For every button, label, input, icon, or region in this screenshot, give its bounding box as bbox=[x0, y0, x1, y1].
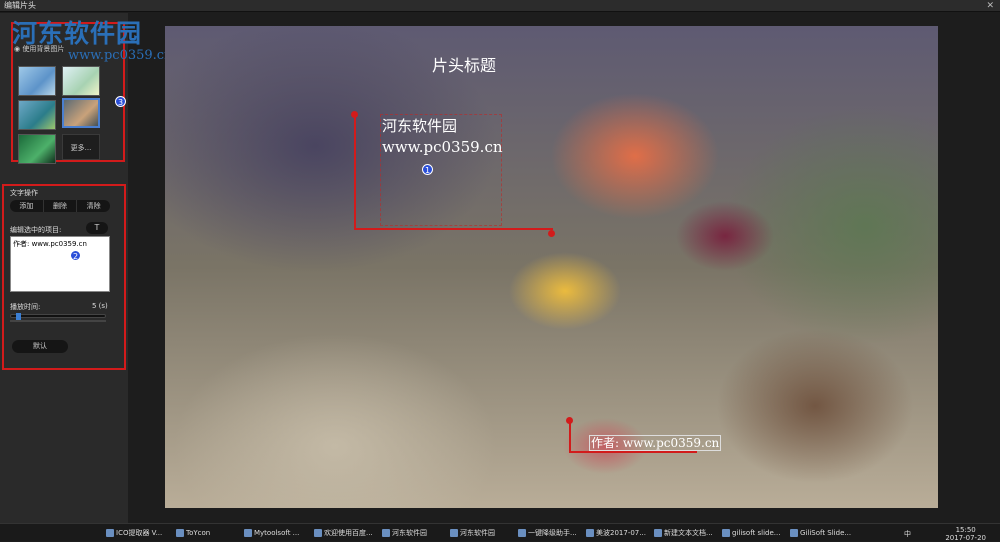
taskbar-item[interactable]: gilisoft slide... bbox=[722, 526, 780, 540]
annotation-line bbox=[569, 420, 571, 452]
text-section-label: 文字操作 bbox=[10, 189, 38, 197]
text-button-group: 添加 删除 清除 bbox=[10, 200, 110, 212]
thumbnail-3[interactable] bbox=[18, 100, 56, 130]
delete-text-button[interactable]: 删除 bbox=[44, 200, 78, 212]
window-title: 编辑片头 bbox=[4, 1, 36, 10]
thumbnail-4-selected[interactable] bbox=[62, 98, 100, 128]
badge-1: 1 bbox=[422, 164, 433, 175]
taskbar-item[interactable]: ToYcon bbox=[176, 526, 210, 540]
text-edit-area[interactable]: 作者: www.pc0359.cn bbox=[10, 236, 110, 292]
taskbar-item[interactable]: 一键降级助手... bbox=[518, 526, 577, 540]
taskbar-item[interactable]: 欢迎使用百度... bbox=[314, 526, 373, 540]
watermark-logo: 河东软件园 bbox=[12, 19, 143, 48]
duration-label: 播放时间: bbox=[10, 303, 41, 311]
text-style-button[interactable]: T bbox=[86, 222, 108, 234]
preview-text-line2: www.pc0359.cn bbox=[382, 138, 503, 156]
thumbnail-5[interactable] bbox=[18, 134, 56, 164]
more-button[interactable]: 更多... bbox=[62, 134, 100, 160]
annotation-line bbox=[354, 228, 553, 230]
preview-text-block[interactable]: 河东软件园 www.pc0359.cn bbox=[382, 116, 503, 158]
preview-title[interactable]: 片头标题 bbox=[432, 52, 496, 76]
preview-text-line1: 河东软件园 bbox=[382, 117, 458, 135]
taskbar-item[interactable]: 美波2017-07... bbox=[586, 526, 646, 540]
clock-time: 15:50 bbox=[955, 526, 976, 534]
taskbar-item[interactable]: Mytoolsoft ... bbox=[244, 526, 299, 540]
close-icon[interactable]: ✕ bbox=[986, 0, 994, 12]
annotation-line bbox=[354, 114, 356, 230]
duration-value: 5 (s) bbox=[92, 302, 108, 310]
badge-3: 3 bbox=[115, 96, 126, 107]
taskbar: ICO提取器 V... ToYcon Mytoolsoft ... 欢迎使用百度… bbox=[0, 523, 1000, 542]
duration-slider[interactable] bbox=[10, 313, 106, 320]
window-titlebar: 编辑片头 ✕ bbox=[0, 0, 1000, 12]
preview-canvas bbox=[165, 26, 938, 508]
watermark-url: www.pc0359.cn bbox=[68, 48, 173, 63]
annotation-dot bbox=[548, 230, 555, 237]
preview-author-text[interactable]: 作者: www.pc0359.cn bbox=[589, 435, 722, 451]
slider-track bbox=[10, 320, 106, 322]
ime-indicator[interactable]: 中 bbox=[904, 529, 911, 539]
taskbar-item[interactable]: 新建文本文档... bbox=[654, 526, 713, 540]
taskbar-item[interactable]: ICO提取器 V... bbox=[106, 526, 162, 540]
taskbar-item[interactable]: 河东软件园 bbox=[382, 526, 427, 540]
default-button[interactable]: 默认 bbox=[12, 340, 68, 353]
add-text-button[interactable]: 添加 bbox=[10, 200, 44, 212]
clear-text-button[interactable]: 清除 bbox=[77, 200, 110, 212]
annotation-line bbox=[569, 451, 697, 453]
slider-knob[interactable] bbox=[15, 313, 21, 320]
edit-selected-label: 编辑选中的项目: bbox=[10, 226, 62, 234]
badge-2: 2 bbox=[70, 250, 81, 261]
thumbnail-2[interactable] bbox=[62, 66, 100, 96]
system-clock[interactable]: 15:50 2017-07-20 bbox=[945, 526, 986, 542]
thumbnail-1[interactable] bbox=[18, 66, 56, 96]
taskbar-item[interactable]: 河东软件园 bbox=[450, 526, 495, 540]
taskbar-item[interactable]: GiliSoft Slide... bbox=[790, 526, 851, 540]
